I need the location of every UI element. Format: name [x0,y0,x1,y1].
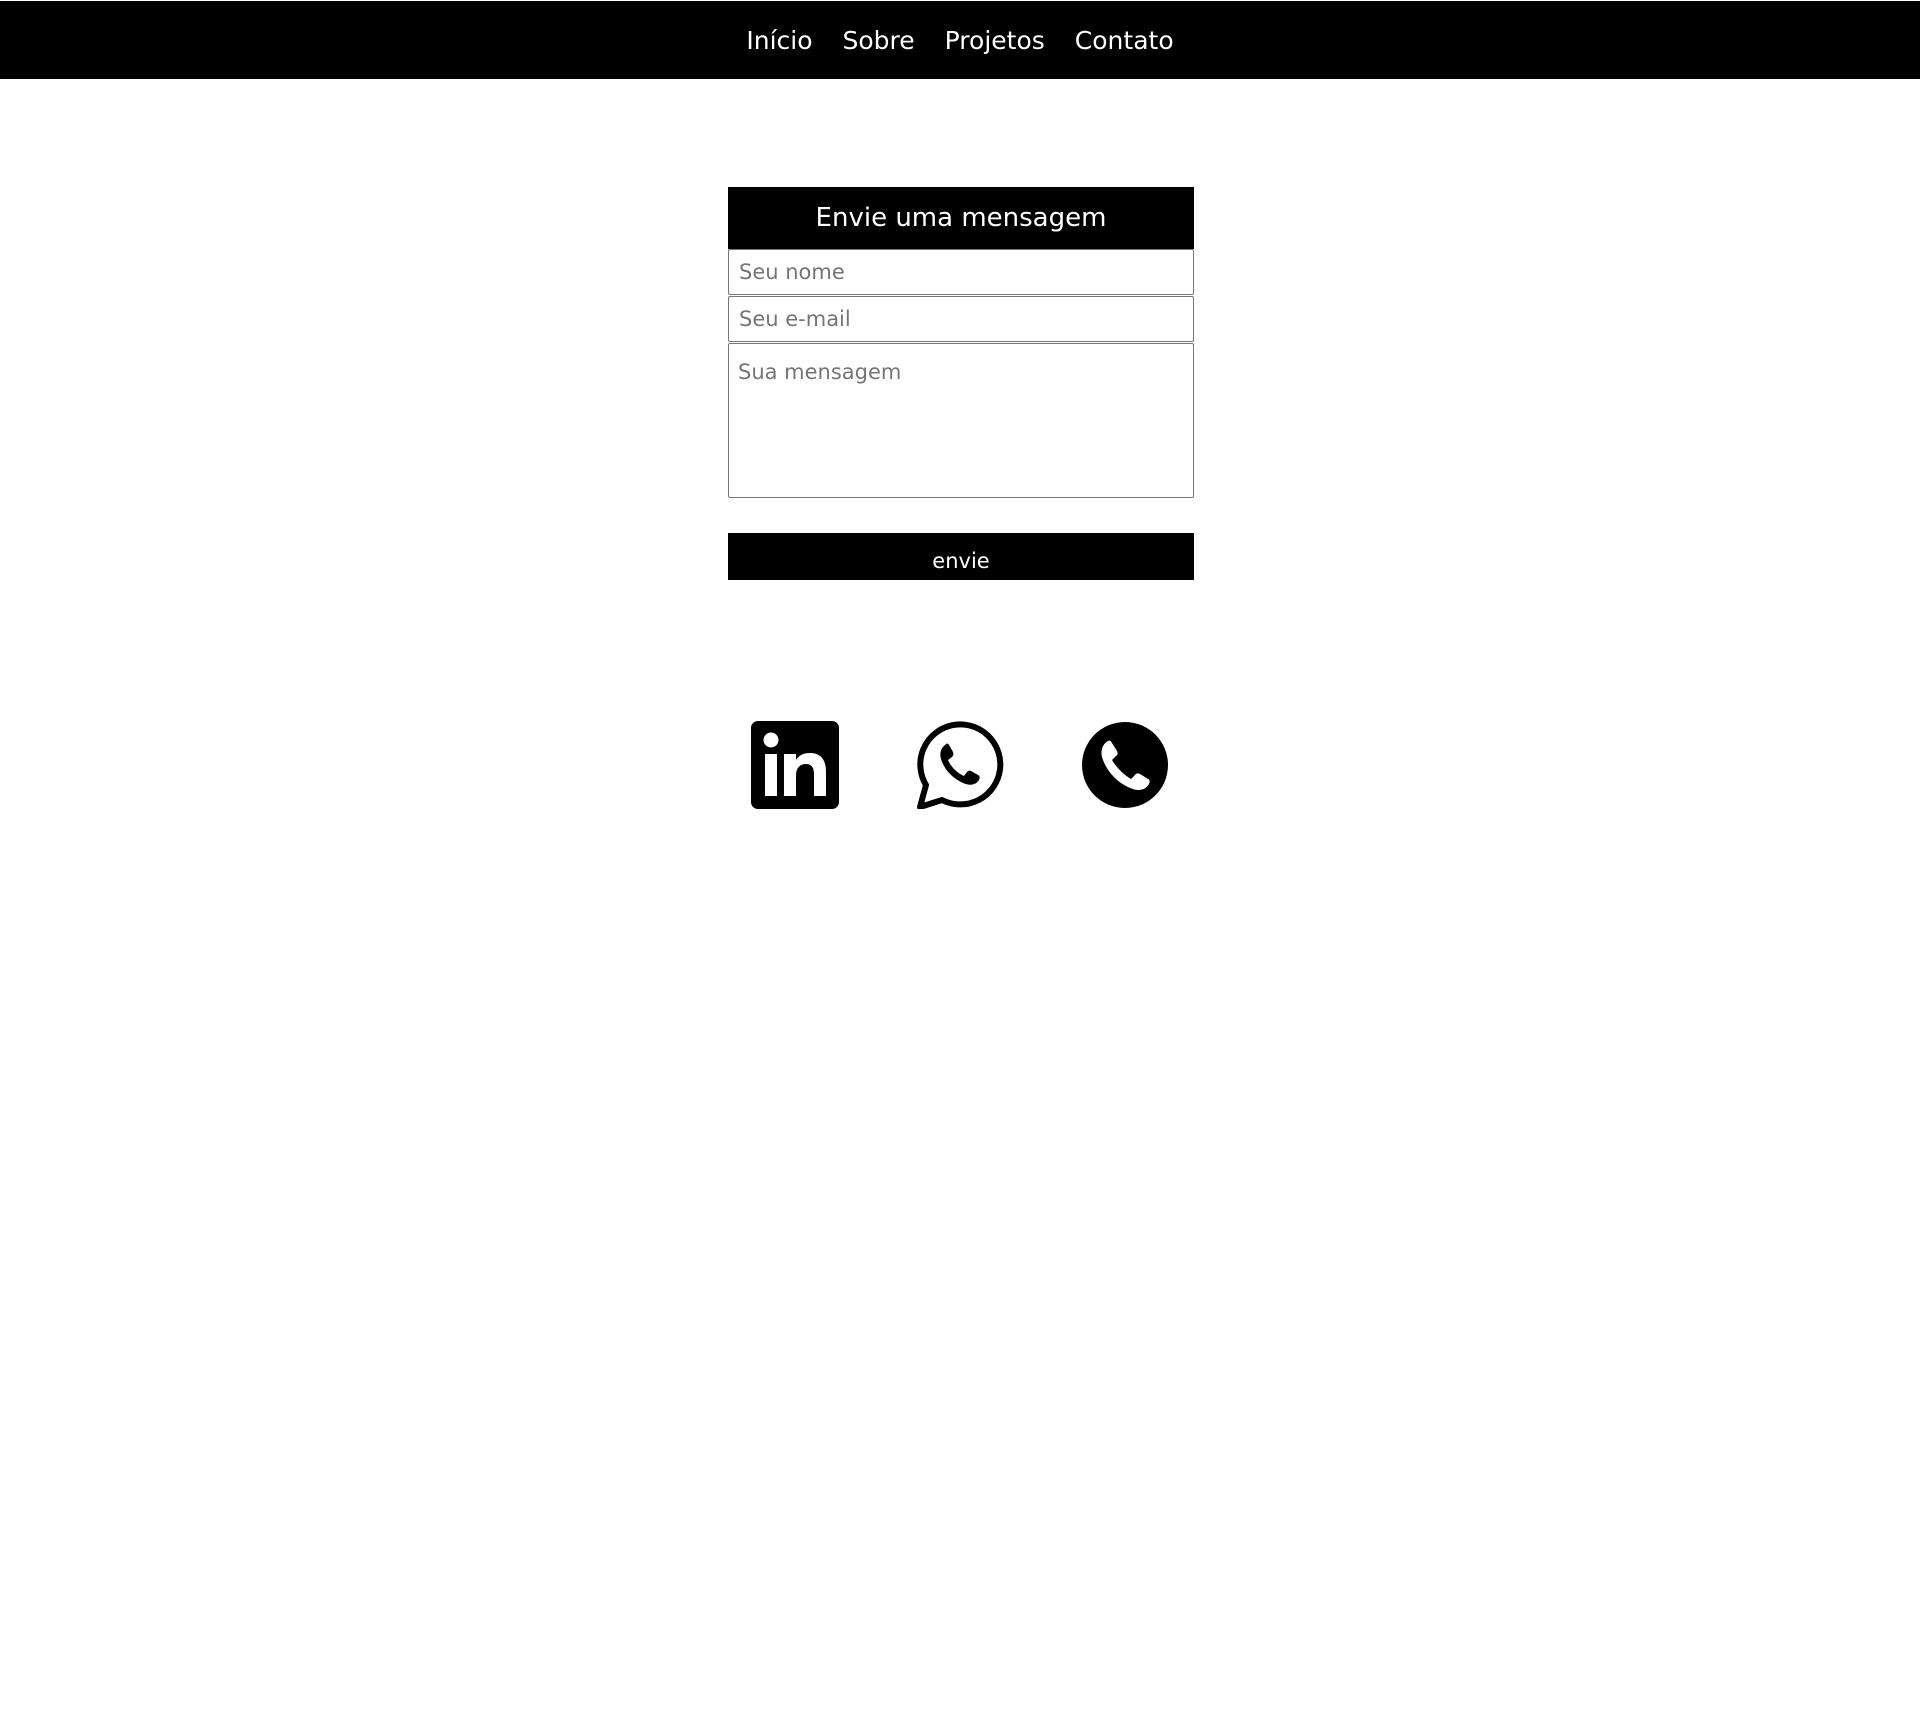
submit-button[interactable]: envie [728,533,1194,580]
nav-link-sobre[interactable]: Sobre [843,28,915,53]
form-title: Envie uma mensagem [728,187,1194,249]
email-input[interactable] [728,296,1194,342]
linkedin-icon [751,721,839,809]
linkedin-link[interactable] [751,721,839,809]
nav-link-projetos[interactable]: Projetos [945,28,1045,53]
whatsapp-link[interactable] [916,721,1004,809]
nav-link-inicio[interactable]: Início [746,28,812,53]
social-links [751,721,1169,809]
contact-form: Envie uma mensagem envie [728,187,1194,580]
whatsapp-icon [917,721,1004,809]
phone-link[interactable] [1081,721,1169,809]
nav-link-contato[interactable]: Contato [1075,28,1174,53]
message-textarea[interactable] [728,343,1194,498]
phone-icon [1082,722,1168,808]
top-navbar: Início Sobre Projetos Contato [0,1,1920,79]
name-input[interactable] [728,249,1194,295]
